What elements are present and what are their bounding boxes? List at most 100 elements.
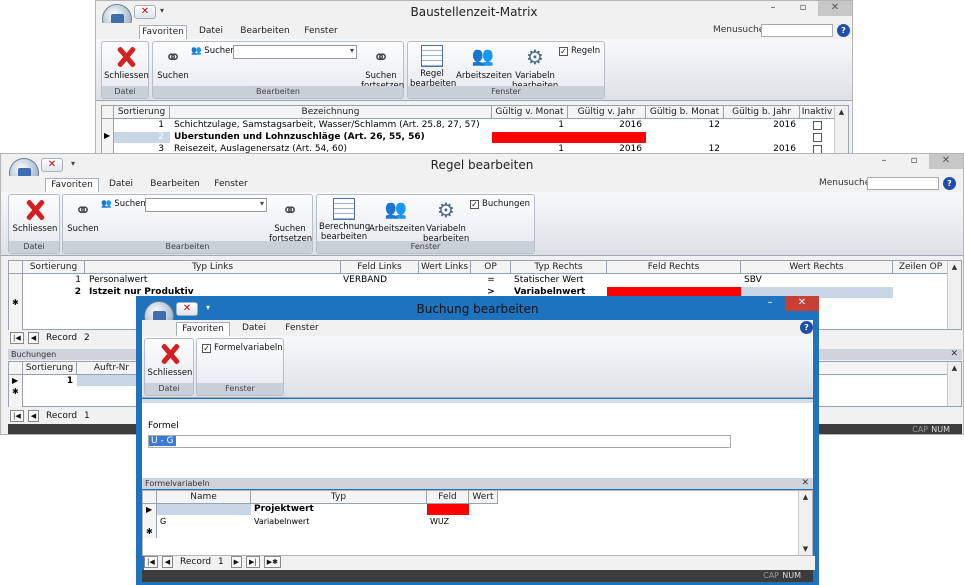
buchungen-checkbox[interactable]: ✓ Buchungen bbox=[470, 199, 530, 209]
suchen-fortsetzen-button[interactable]: ⚭ Suchen fortsetzen bbox=[361, 45, 404, 91]
title-bar[interactable]: Baustellenzeit-Matrix ✕ ▾ – ▫ ✕ bbox=[96, 1, 852, 34]
cell-bezeichnung[interactable]: Schichtzulage, Samstagsarbeit, Wasser/Sc… bbox=[174, 120, 490, 131]
scroll-up-icon[interactable]: ▲ bbox=[835, 106, 848, 118]
quick-close-icon[interactable]: ✕ bbox=[176, 302, 198, 316]
next-record-icon[interactable]: ▶ bbox=[230, 556, 242, 568]
suchen-fortsetzen-button[interactable]: ⚭ Suchen fortsetzen bbox=[269, 198, 312, 244]
tab-fenster[interactable]: Fenster bbox=[209, 178, 253, 192]
tab-fenster[interactable]: Fenster bbox=[299, 25, 343, 39]
schliessen-button[interactable]: Schliessen bbox=[146, 342, 194, 378]
cell-sort[interactable]: 1 bbox=[23, 376, 73, 387]
col-header[interactable]: Typ Rechts bbox=[511, 261, 607, 274]
col-header[interactable] bbox=[143, 491, 157, 504]
berechnung-bearbeiten-button[interactable]: Berechnung bearbeiten bbox=[319, 198, 370, 242]
tab-fenster[interactable]: Fenster bbox=[280, 322, 324, 336]
record-number[interactable]: 2 bbox=[84, 333, 90, 343]
row-selectors[interactable]: ▶ bbox=[102, 119, 114, 157]
tab-favoriten[interactable]: Favoriten bbox=[45, 178, 99, 192]
tab-datei[interactable]: Datei bbox=[236, 322, 272, 336]
help-icon[interactable]: ? bbox=[800, 321, 813, 334]
col-header[interactable]: Wert bbox=[469, 491, 498, 504]
first-record-icon[interactable]: |◀ bbox=[144, 556, 158, 568]
cell-feld[interactable]: WUZ bbox=[430, 516, 468, 527]
quick-close-icon[interactable]: ✕ bbox=[41, 158, 63, 172]
maximize-icon[interactable]: ▫ bbox=[788, 1, 818, 16]
col-header[interactable]: Wert Links bbox=[419, 261, 471, 274]
menusuche-input[interactable] bbox=[867, 177, 939, 190]
title-bar[interactable]: Buchung bearbeiten ✕ ▾ – ✕ bbox=[136, 296, 819, 331]
prev-record-icon[interactable]: ◀ bbox=[161, 556, 174, 568]
col-header[interactable]: OP bbox=[471, 261, 511, 274]
tab-favoriten[interactable]: Favoriten bbox=[139, 25, 187, 39]
variabeln-bearbeiten-button[interactable]: ⚙ Variabeln bearbeiten bbox=[512, 45, 558, 91]
maximize-icon[interactable]: ▫ bbox=[899, 154, 929, 169]
minimize-icon[interactable]: – bbox=[758, 1, 788, 16]
help-icon[interactable]: ? bbox=[837, 24, 850, 37]
col-header[interactable] bbox=[9, 261, 23, 274]
minimize-icon[interactable]: – bbox=[755, 296, 785, 311]
cell-gb-jahr[interactable]: 2016 bbox=[724, 120, 796, 131]
formel-input[interactable]: U - G bbox=[148, 435, 731, 448]
col-header[interactable]: Typ Links bbox=[85, 261, 341, 274]
cell-typ-rechts[interactable]: Statischer Wert bbox=[514, 275, 606, 286]
tab-bearbeiten[interactable]: Bearbeiten bbox=[147, 178, 203, 192]
col-header[interactable]: Bezeichnung bbox=[170, 106, 492, 119]
row-selectors[interactable]: ▶ ✱ bbox=[143, 504, 157, 538]
tab-bearbeiten[interactable]: Bearbeiten bbox=[237, 25, 293, 39]
regel-bearbeiten-button[interactable]: Regel bearbeiten bbox=[410, 45, 456, 89]
scroll-up-icon[interactable]: ▲ bbox=[799, 491, 812, 503]
suchen-combo[interactable] bbox=[145, 198, 267, 212]
prev-record-icon[interactable]: ◀ bbox=[27, 410, 40, 422]
col-header[interactable]: Gültig v. Monat bbox=[492, 106, 568, 119]
row-selectors[interactable]: ▶ ✱ bbox=[9, 375, 23, 407]
scroll-up-icon[interactable]: ▲ bbox=[948, 261, 961, 273]
close-window-icon[interactable]: ✕ bbox=[929, 154, 963, 169]
vertical-scrollbar[interactable]: ▲ ▼ bbox=[798, 491, 812, 555]
col-header[interactable]: Typ bbox=[251, 491, 427, 504]
tab-datei[interactable]: Datei bbox=[193, 25, 229, 39]
title-bar[interactable]: Regel bearbeiten ✕ ▾ – ▫ ✕ bbox=[1, 154, 963, 188]
suchen-small-button[interactable]: 👥 Suchen bbox=[101, 199, 146, 209]
cell-gb-monat[interactable]: 12 bbox=[646, 120, 720, 131]
tab-favoriten[interactable]: Favoriten bbox=[176, 322, 230, 336]
minimize-icon[interactable]: – bbox=[869, 154, 899, 169]
col-header[interactable]: Gültig v. Jahr bbox=[568, 106, 646, 119]
col-header[interactable]: Feld Links bbox=[341, 261, 419, 274]
first-record-icon[interactable]: |◀ bbox=[10, 410, 24, 422]
col-header[interactable]: Name bbox=[157, 491, 251, 504]
close-subform-icon[interactable]: ✕ bbox=[801, 478, 809, 489]
cell-typ-links[interactable]: Personalwert bbox=[89, 275, 339, 286]
arbeitszeiten-button[interactable]: 👥 Arbeitszeiten bbox=[369, 198, 425, 234]
col-header[interactable]: Sortierung bbox=[23, 261, 85, 274]
help-icon[interactable]: ? bbox=[943, 177, 956, 190]
new-record-icon[interactable]: ▶✱ bbox=[263, 556, 281, 568]
suchen-button[interactable]: ⚭ Suchen bbox=[65, 198, 101, 234]
prev-record-icon[interactable]: ◀ bbox=[27, 332, 40, 344]
tab-datei[interactable]: Datei bbox=[103, 178, 139, 192]
cell-sort[interactable]: 1 bbox=[114, 120, 164, 131]
quick-close-icon[interactable]: ✕ bbox=[134, 5, 156, 19]
menusuche-input[interactable] bbox=[761, 24, 833, 37]
vertical-scrollbar[interactable]: ▲ bbox=[947, 261, 961, 329]
schliessen-button[interactable]: Schliessen bbox=[104, 45, 149, 81]
cell-typ[interactable]: Variabelnwert bbox=[254, 516, 424, 527]
cell-gv-monat[interactable]: 1 bbox=[492, 120, 564, 131]
cell-op[interactable]: = bbox=[471, 275, 511, 286]
col-header[interactable] bbox=[9, 362, 23, 375]
empty-feld-cell[interactable] bbox=[427, 504, 469, 515]
cell-gv-jahr[interactable]: 2016 bbox=[568, 120, 642, 131]
col-header[interactable]: Zeilen OP bbox=[893, 261, 949, 274]
record-number[interactable]: 1 bbox=[218, 557, 224, 567]
col-header[interactable] bbox=[102, 106, 114, 119]
regeln-checkbox[interactable]: ✓ Regeln bbox=[559, 46, 600, 56]
cell-feld-links[interactable]: VERBAND bbox=[343, 275, 417, 286]
arbeitszeiten-button[interactable]: 👥 Arbeitszeiten bbox=[456, 45, 512, 81]
close-subform-icon[interactable]: ✕ bbox=[950, 349, 958, 360]
scroll-up-icon[interactable]: ▲ bbox=[948, 362, 961, 374]
cell-sort[interactable]: 2 bbox=[114, 132, 164, 143]
quick-access-arrow-icon[interactable]: ▾ bbox=[160, 6, 164, 15]
col-header[interactable]: Sortierung bbox=[114, 106, 170, 119]
record-number[interactable]: 1 bbox=[84, 411, 90, 421]
cell-wert-rechts[interactable]: SBV bbox=[744, 275, 892, 286]
col-header[interactable]: Sortierung bbox=[23, 362, 77, 375]
